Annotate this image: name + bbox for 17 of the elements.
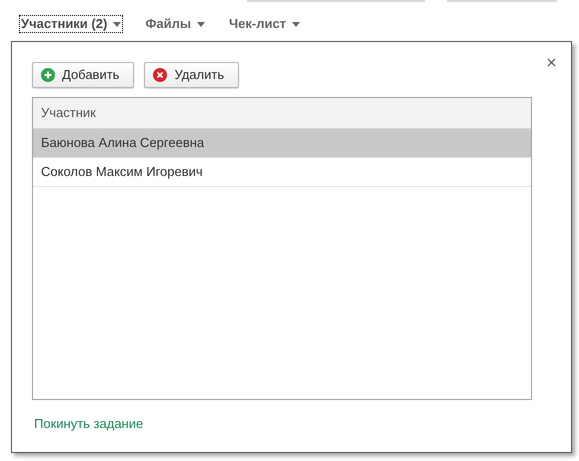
caret-icon	[292, 22, 300, 26]
dropdown-tab[interactable]: Участники (2)	[19, 15, 124, 33]
plus-icon	[41, 68, 55, 82]
leave-task-link[interactable]: Покинуть задание	[34, 414, 144, 434]
toolbar-button[interactable]: Удалить	[144, 62, 240, 88]
caret-icon	[197, 22, 205, 26]
close-button[interactable]	[545, 56, 557, 68]
caret-icon	[113, 22, 122, 26]
dropdown-tab[interactable]: Файлы	[143, 15, 207, 33]
table-row[interactable]: Баюнова Алина Сергеевна	[33, 129, 531, 158]
close-icon	[546, 58, 556, 66]
column-header: Участник	[40, 104, 96, 122]
table-cell-text: Соколов Максим Игоревич	[40, 163, 203, 182]
dropdown-tab[interactable]: Чек-лист	[227, 15, 302, 33]
toolbar-button[interactable]: Добавить	[32, 62, 134, 88]
table-cell-text: Баюнова Алина Сергеевна	[40, 134, 204, 152]
delete-icon	[153, 68, 168, 82]
